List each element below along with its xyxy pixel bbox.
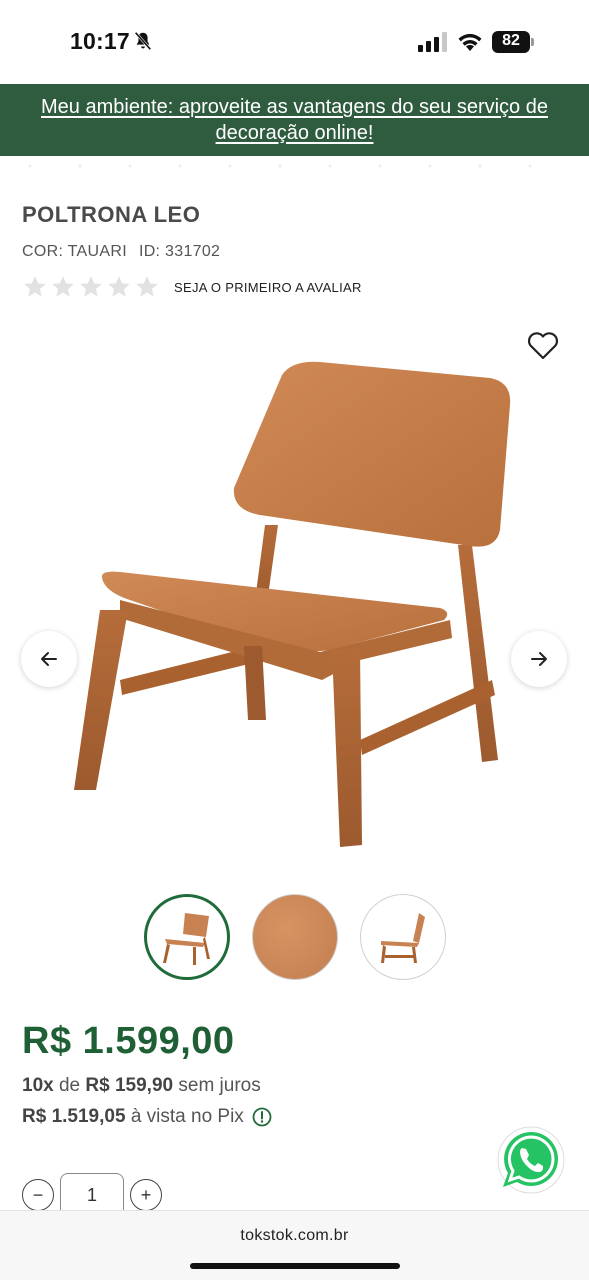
promo-banner[interactable]: Meu ambiente: aproveite as vantagens do … <box>0 84 589 156</box>
installments-suffix: sem juros <box>178 1075 261 1096</box>
product-color: COR: TAUARI <box>22 243 127 260</box>
url-text[interactable]: tokstok.com.br <box>0 1227 589 1245</box>
installment-value: R$ 159,90 <box>85 1075 174 1096</box>
pix-value: R$ 1.519,05 <box>22 1106 126 1127</box>
thumbnail-3[interactable] <box>360 894 446 980</box>
battery-level: 82 <box>502 32 520 49</box>
arrow-left-icon <box>41 652 57 666</box>
bell-off-icon <box>134 31 152 51</box>
product-meta: COR: TAUARI ID: 331702 <box>22 243 220 261</box>
pix-info: R$ 1.519,05 à vista no Pix <box>22 1106 272 1128</box>
thumbnail-chair-side <box>381 913 425 963</box>
thumbnail-1[interactable] <box>144 894 230 980</box>
star-icon <box>80 276 102 297</box>
favorite-heart-icon[interactable] <box>526 330 560 362</box>
quantity-decrease-button[interactable]: − <box>22 1179 54 1211</box>
rating-row[interactable]: SEJA O PRIMEIRO A AVALIAR <box>22 274 362 300</box>
installments-info: 10x de R$ 159,90 sem juros <box>22 1075 261 1097</box>
quantity-increase-button[interactable]: + <box>130 1179 162 1211</box>
status-time: 10:17 <box>70 28 130 54</box>
product-image-chair[interactable] <box>60 350 530 860</box>
decorative-dots <box>28 164 532 168</box>
thumbnail-chair-front <box>163 913 210 965</box>
installments-de: de <box>58 1075 81 1096</box>
thumbnail-list <box>144 894 446 980</box>
battery-icon: 82 <box>492 31 536 53</box>
gallery-prev-button[interactable] <box>21 631 77 687</box>
browser-url-bar[interactable]: tokstok.com.br <box>0 1210 589 1280</box>
product-id: ID: 331702 <box>138 243 221 260</box>
home-indicator <box>190 1263 400 1269</box>
product-title: POLTRONA LEO <box>22 202 201 227</box>
whatsapp-icon[interactable] <box>494 1124 568 1198</box>
info-icon[interactable] <box>252 1107 272 1127</box>
pix-suffix: à vista no Pix <box>130 1106 244 1127</box>
battery-tip <box>531 38 534 46</box>
product-price: R$ 1.599,00 <box>22 1020 235 1062</box>
cellular-signal-icon <box>418 32 447 52</box>
first-review-link[interactable]: SEJA O PRIMEIRO A AVALIAR <box>174 280 362 295</box>
installments-count: 10x <box>22 1075 54 1096</box>
star-icon <box>136 276 158 297</box>
wifi-icon <box>458 33 482 51</box>
status-bar: 10:17 82 <box>0 0 589 84</box>
promo-banner-link[interactable]: Meu ambiente: aproveite as vantagens do … <box>12 94 577 146</box>
star-icon <box>52 276 74 297</box>
gallery-next-button[interactable] <box>511 631 567 687</box>
thumbnail-2-wood-texture[interactable] <box>252 894 338 980</box>
star-icon <box>108 276 130 297</box>
rating-stars <box>22 274 160 300</box>
star-icon <box>24 276 46 297</box>
arrow-right-icon <box>531 652 547 666</box>
